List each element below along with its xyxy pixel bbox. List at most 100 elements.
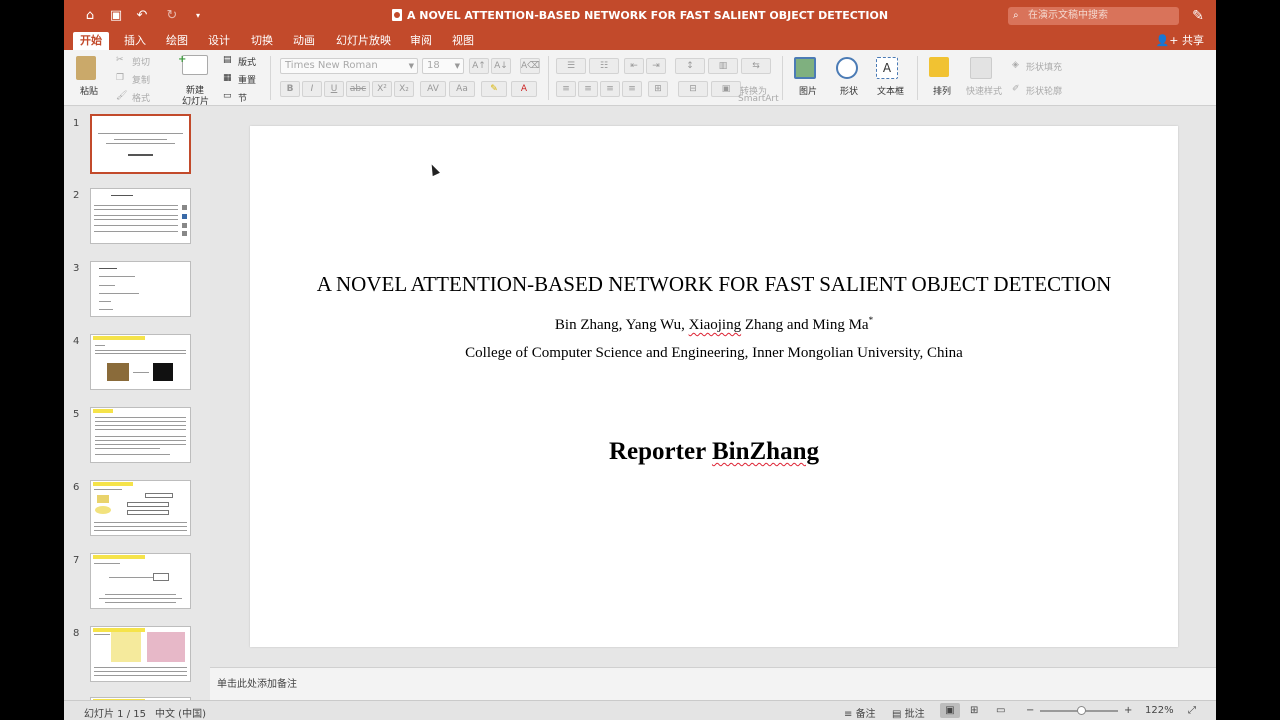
slide-title[interactable]: A NOVEL ATTENTION-BASED NETWORK FOR FAST… [250,272,1178,297]
slide-reporter[interactable]: Reporter BinZhang [250,438,1178,466]
clear-format-icon[interactable]: A⌫ [520,58,540,74]
align-center-icon[interactable]: ≡ [578,81,598,97]
arrange-icon[interactable] [929,57,949,77]
tab-home[interactable]: 开始 [73,32,109,50]
highlight-icon[interactable]: ✎ [481,81,507,97]
shape-icon[interactable] [836,57,858,79]
convert-smartart-label-2[interactable]: SmartArt [738,94,779,104]
language-indicator[interactable]: 中文 (中国) [155,705,206,720]
align-text-icon[interactable]: ⊟ [678,81,708,97]
columns-icon[interactable]: ▥ [708,58,738,74]
new-slide-label-2[interactable]: 幻灯片 [182,94,209,107]
chevron-down-icon: ▼ [454,62,460,70]
paste-icon[interactable] [76,56,96,80]
normal-view-icon[interactable]: ▣ [940,703,960,718]
textbox-button[interactable]: 文本框 [877,84,904,97]
ribbon-divider [270,56,271,100]
superscript-icon[interactable]: X² [372,81,392,97]
picture-button[interactable]: 图片 [799,84,817,97]
current-slide[interactable]: A NOVEL ATTENTION-BASED NETWORK FOR FAST… [250,126,1178,647]
distributed-icon[interactable]: ⊞ [648,81,668,97]
tab-transitions[interactable]: 切换 [244,32,280,50]
font-name-select[interactable]: Times New Roman ▼ [280,58,418,74]
tab-draw[interactable]: 绘图 [159,32,195,50]
decrease-indent-icon[interactable]: ⇤ [624,58,644,74]
slide-sorter-icon[interactable]: ⊞ [970,705,978,716]
share-button[interactable]: 👤+ 共享 [1156,32,1204,50]
cut-button[interactable]: 剪切 [132,55,150,68]
fit-to-window-icon[interactable]: ⤢ [1188,705,1196,716]
slide-thumbnail-3[interactable] [90,261,191,317]
tab-insert[interactable]: 插入 [117,32,153,50]
powerpoint-file-icon [391,9,402,21]
reporter-name: BinZhang [711,438,819,465]
slide-thumbnail-2[interactable] [90,188,191,244]
shape-outline-button[interactable]: 形状轮廓 [1026,84,1062,97]
line-spacing-icon[interactable]: ↕ [675,58,705,74]
bold-icon[interactable]: B [280,81,300,97]
shape-fill-button[interactable]: 形状填充 [1026,60,1062,73]
slide-thumbnail-8[interactable] [90,626,191,682]
align-left-icon[interactable]: ≡ [556,81,576,97]
text-direction-icon[interactable]: ⇆ [741,58,771,74]
zoom-in-icon[interactable]: + [1124,705,1132,716]
pen-icon: ✐ [1012,84,1020,94]
slide-editor[interactable]: A NOVEL ATTENTION-BASED NETWORK FOR FAST… [210,107,1216,667]
zoom-out-icon[interactable]: − [1026,705,1034,716]
zoom-level[interactable]: 122% [1145,705,1174,716]
reading-view-icon[interactable]: ▭ [996,705,1005,716]
format-painter-button[interactable]: 格式 [132,91,150,104]
textbox-icon[interactable]: A [876,57,898,79]
font-color-icon[interactable]: A [511,81,537,97]
slide-affiliation[interactable]: College of Computer Science and Engineer… [250,345,1178,362]
search-input[interactable]: ⌕ 在演示文稿中搜索 [1008,7,1179,25]
change-case-icon[interactable]: Aa [449,81,475,97]
tab-design[interactable]: 设计 [201,32,237,50]
slide-thumbnail-4[interactable] [90,334,191,390]
layout-button[interactable]: 版式 [238,55,256,68]
copy-button[interactable]: 复制 [132,73,150,86]
zoom-slider-handle[interactable] [1076,706,1086,715]
picture-icon[interactable] [794,57,816,79]
authors-text: Zhang and Ming Ma [741,317,869,333]
strikethrough-icon[interactable]: abc [346,81,370,97]
zoom-slider[interactable] [1040,706,1118,715]
tab-slideshow[interactable]: 幻灯片放映 [329,32,398,50]
numbering-icon[interactable]: ☷ [589,58,619,74]
increase-indent-icon[interactable]: ⇥ [646,58,666,74]
notes-toggle[interactable]: ≡ 备注 [844,705,876,720]
paste-button[interactable]: 粘贴 [80,84,98,97]
notes-pane[interactable]: 单击此处添加备注 [210,667,1216,700]
slide-thumbnail-6[interactable] [90,480,191,536]
slide-authors[interactable]: Bin Zhang, Yang Wu, Xiaojing Zhang and M… [250,315,1178,334]
corresponding-author-marker: * [868,315,874,325]
quick-styles-button[interactable]: 快速样式 [966,84,1002,97]
tab-view[interactable]: 视图 [445,32,481,50]
comments-label: 批注 [904,709,925,720]
tab-animations[interactable]: 动画 [286,32,322,50]
shape-button[interactable]: 形状 [840,84,858,97]
decrease-font-icon[interactable]: A↓ [491,58,511,74]
feedback-icon[interactable]: ✎ [1190,8,1206,24]
reset-button[interactable]: 重置 [238,73,256,86]
slide-thumbnail-1[interactable] [90,114,191,174]
increase-font-icon[interactable]: A↑ [469,58,489,74]
font-size-select[interactable]: 18 ▼ [422,58,464,74]
underline-icon[interactable]: U [324,81,344,97]
italic-icon[interactable]: I [302,81,322,97]
bullets-icon[interactable]: ☰ [556,58,586,74]
justify-icon[interactable]: ≡ [622,81,642,97]
thumbnail-number: 3 [73,263,80,274]
comments-toggle[interactable]: ▤ 批注 [892,705,925,720]
slide-thumbnail-7[interactable] [90,553,191,609]
arrange-button[interactable]: 排列 [933,84,951,97]
text-box-options-icon[interactable]: ▣ [711,81,741,97]
slide-thumbnail-pane[interactable]: 1 2 3 4 5 6 7 8 [64,107,210,700]
slide-thumbnail-5[interactable] [90,407,191,463]
tab-review[interactable]: 审阅 [403,32,439,50]
section-button[interactable]: 节 [238,91,247,104]
subscript-icon[interactable]: X₂ [394,81,414,97]
align-right-icon[interactable]: ≡ [600,81,620,97]
character-spacing-icon[interactable]: AV [420,81,446,97]
quick-styles-icon[interactable] [970,57,992,79]
